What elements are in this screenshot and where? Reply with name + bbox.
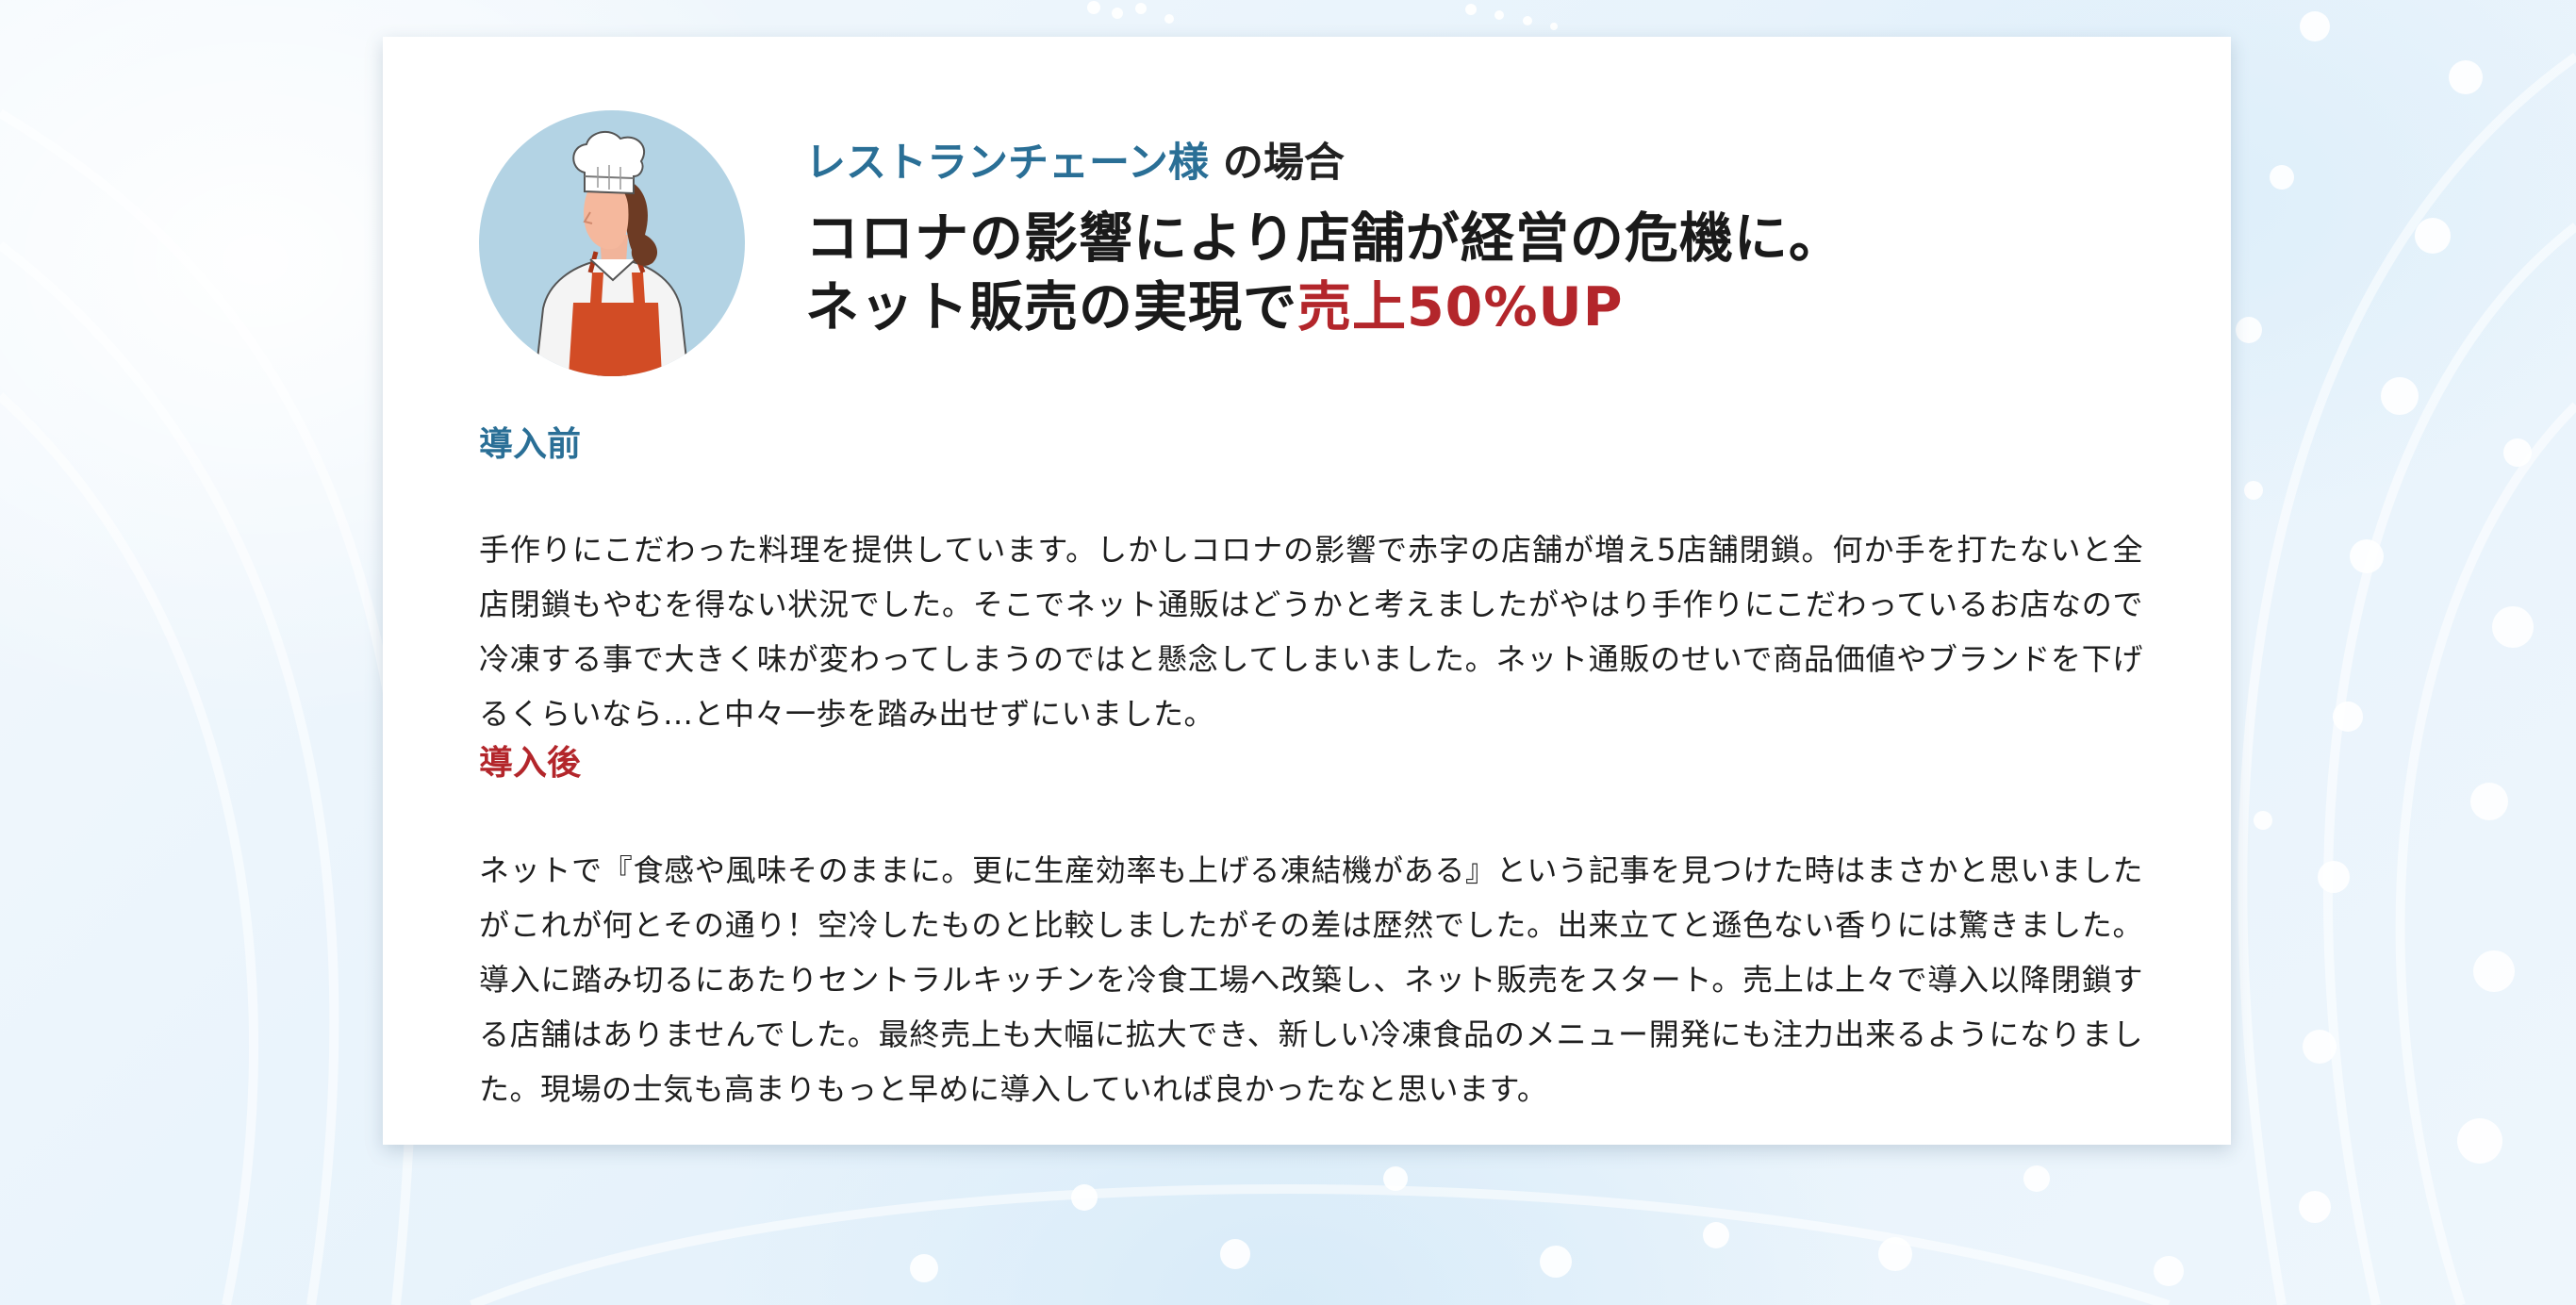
case-title: コロナの影響により店舗が経営の危機に。 ネット販売の実現で売上50%UP [805, 205, 2125, 342]
company-suffix: の場合 [1208, 140, 1345, 187]
sales-highlight: 売上50%UP [1297, 276, 1624, 339]
case-subtitle: レストランチェーン様 の場合 [805, 137, 2125, 190]
chef-icon [479, 110, 745, 376]
case-heading: レストランチェーン様 の場合 コロナの影響により店舗が経営の危機に。 ネット販売… [805, 137, 2125, 342]
after-label: 導入後 [479, 744, 582, 783]
before-text: 手作りにこだわった料理を提供しています。しかしコロナの影響で赤字の店舗が増え5店… [479, 532, 2144, 732]
case-study-card: レストランチェーン様 の場合 コロナの影響により店舗が経営の危機に。 ネット販売… [383, 37, 2231, 1145]
title-line-2-text: ネット販売の実現で [805, 276, 1297, 339]
before-label: 導入前 [479, 425, 582, 464]
chef-illustration [534, 130, 690, 376]
after-text: ネットで『食感や風味そのままに。更に生産効率も上げる凍結機がある』という記事を見… [479, 852, 2143, 1107]
company-name: レストランチェーン様 [805, 140, 1209, 187]
title-line-2: ネット販売の実現で売上50%UP [805, 273, 2125, 342]
title-line-1: コロナの影響により店舗が経営の危機に。 [805, 207, 1843, 270]
